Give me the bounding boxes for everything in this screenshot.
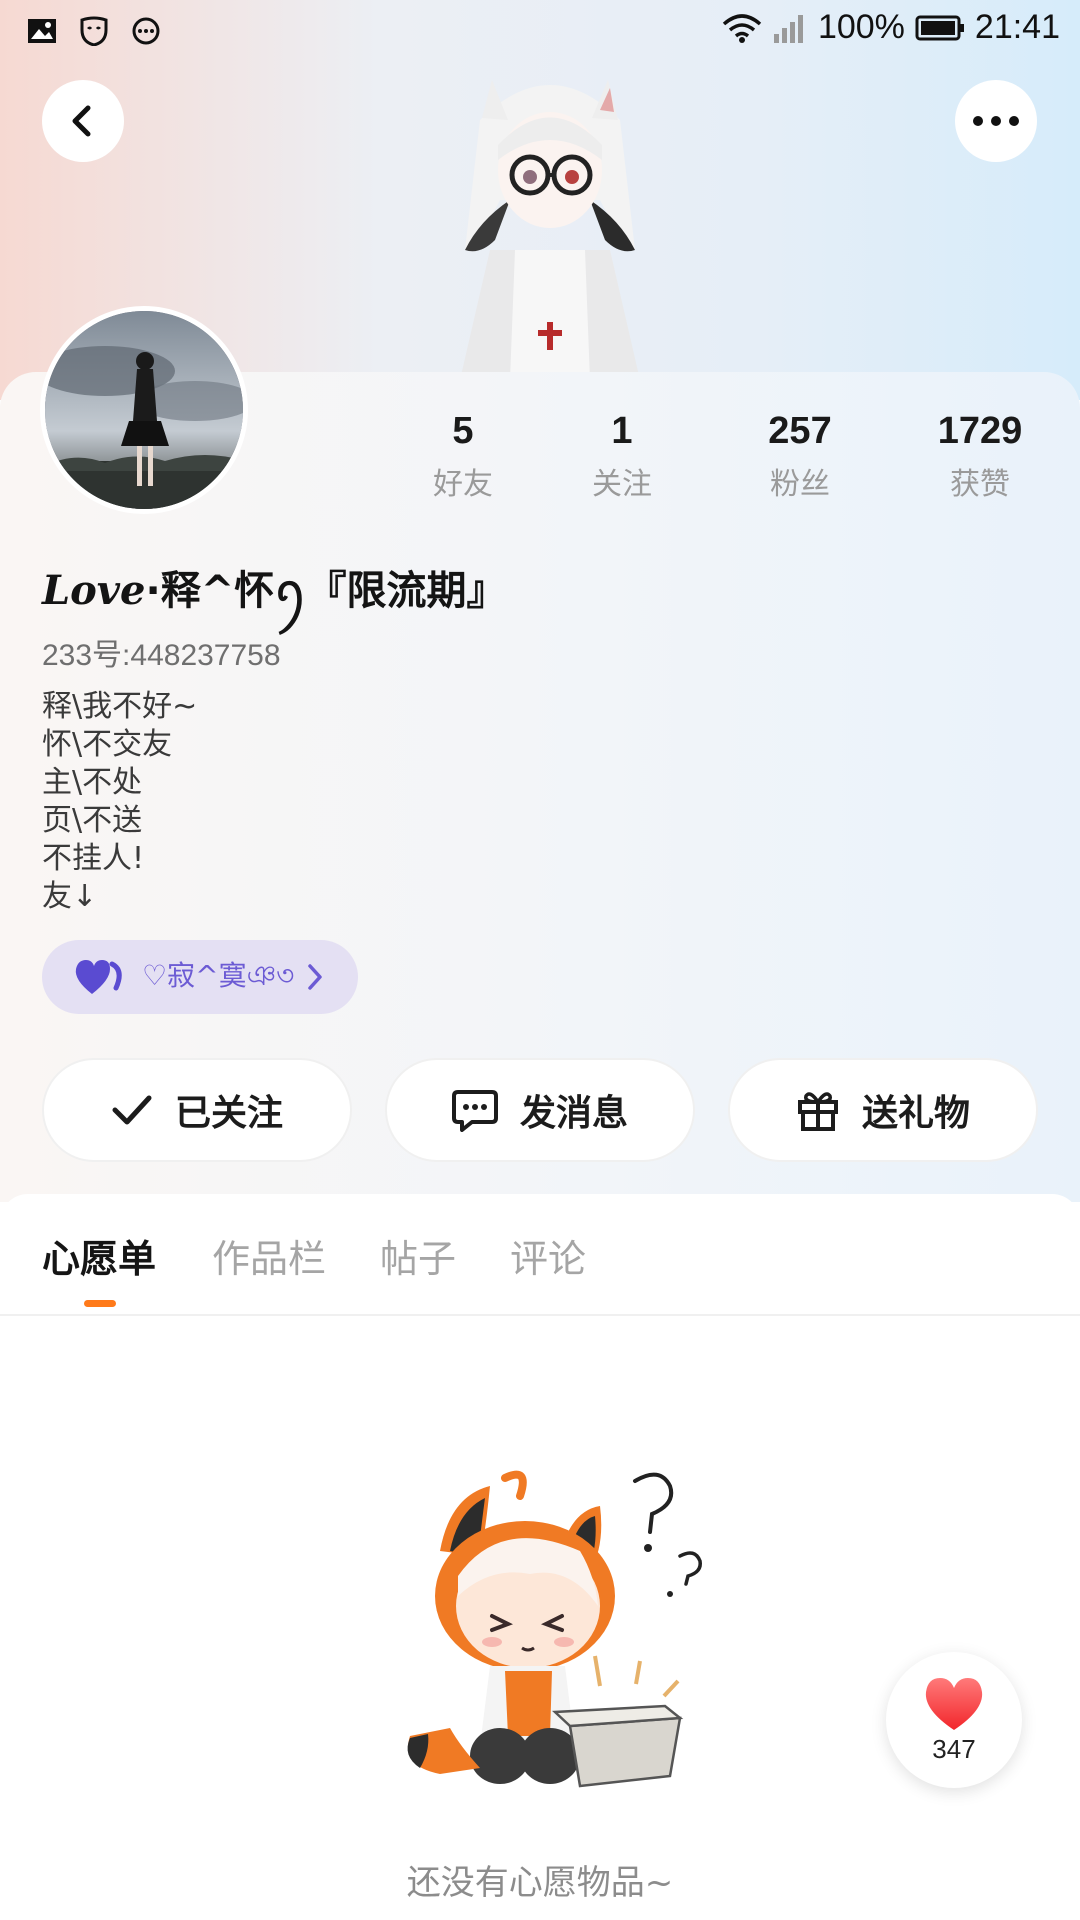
image-icon <box>28 19 56 43</box>
tab-wishlist[interactable]: 心愿单 <box>42 1228 156 1283</box>
bio-line: 页\不送 <box>42 803 143 838</box>
battery-percent: 100% <box>817 8 905 46</box>
bio-line: 友↓ <box>42 879 98 914</box>
status-bar: 100% 21:41 <box>0 0 1080 62</box>
stat-value: 1 <box>611 410 633 452</box>
tab-works[interactable]: 作品栏 <box>212 1228 326 1283</box>
check-icon <box>112 1095 152 1125</box>
gift-button[interactable]: 送礼物 <box>728 1058 1038 1162</box>
follow-button[interactable]: 已关注 <box>42 1058 352 1162</box>
stat-following[interactable]: 1 关注 <box>542 410 702 503</box>
more-button[interactable] <box>955 80 1037 162</box>
heart-icon <box>75 960 122 994</box>
gift-icon <box>797 1092 838 1131</box>
like-fab[interactable]: 347 <box>886 1652 1022 1788</box>
nickname-text: ·释^怀ꪆ『限流期』 <box>145 568 507 614</box>
bio: 释\我不好~ 怀\不交友 主\不处 页\不送 不挂人! 友↓ <box>42 688 197 916</box>
user-id: 233号:448237758 <box>42 639 281 672</box>
tab-indicator <box>84 1300 116 1307</box>
heart-icon <box>925 1677 983 1730</box>
stat-value: 1729 <box>937 410 1023 452</box>
nickname: Love·释^怀ꪆ『限流期』 <box>42 552 507 636</box>
banner-character-image <box>460 80 640 380</box>
clock: 21:41 <box>974 8 1060 46</box>
back-button[interactable] <box>42 80 124 162</box>
wifi-icon <box>722 13 762 43</box>
bio-line: 怀\不交友 <box>42 727 173 762</box>
message-icon <box>451 1090 498 1132</box>
message-button[interactable]: 发消息 <box>385 1058 695 1162</box>
empty-state-text: 还没有心愿物品~ <box>406 1863 674 1903</box>
gift-button-label: 送礼物 <box>861 1093 970 1134</box>
bio-line: 主\不处 <box>42 765 143 800</box>
battery-icon <box>915 15 964 40</box>
bio-line: 释\我不好~ <box>42 689 198 724</box>
stat-friends[interactable]: 5 好友 <box>383 410 543 503</box>
chevron-right-icon <box>308 964 322 990</box>
group-chip[interactable]: ♡寂^寞ঞ৩ <box>42 940 358 1014</box>
chevron-left-icon <box>72 105 91 137</box>
message-button-label: 发消息 <box>519 1093 628 1134</box>
tab-comments[interactable]: 评论 <box>510 1228 586 1283</box>
stats-row: 5 好友 1 关注 257 粉丝 1729 获赞 <box>390 410 1050 510</box>
tab-posts[interactable]: 帖子 <box>380 1228 456 1283</box>
nickname-script: Love <box>42 567 146 614</box>
group-chip-label: ♡寂^寞ঞ৩ <box>142 958 295 992</box>
stat-value: 5 <box>452 410 474 452</box>
stat-likes[interactable]: 1729 获赞 <box>900 410 1060 503</box>
tab-bar: 心愿单 作品栏 帖子 评论 <box>0 1194 1080 1316</box>
stat-label: 获赞 <box>950 467 1010 502</box>
avatar-photo <box>45 311 243 509</box>
like-count: 347 <box>932 1733 976 1764</box>
follow-button-label: 已关注 <box>174 1093 283 1134</box>
stat-label: 关注 <box>592 467 652 502</box>
stat-value: 257 <box>768 410 832 452</box>
signal-icon <box>773 14 803 43</box>
stat-label: 好友 <box>433 467 493 502</box>
avatar[interactable] <box>40 306 248 514</box>
mask-icon <box>80 16 108 46</box>
empty-state-illustration <box>407 1470 702 1788</box>
more-dots-icon <box>973 116 1019 126</box>
stat-label: 粉丝 <box>770 467 830 502</box>
chat-bubble-icon <box>132 17 160 45</box>
bio-line: 不挂人! <box>42 841 145 876</box>
stat-fans[interactable]: 257 粉丝 <box>720 410 880 503</box>
action-row: 已关注 发消息 送礼物 <box>42 1058 1038 1162</box>
